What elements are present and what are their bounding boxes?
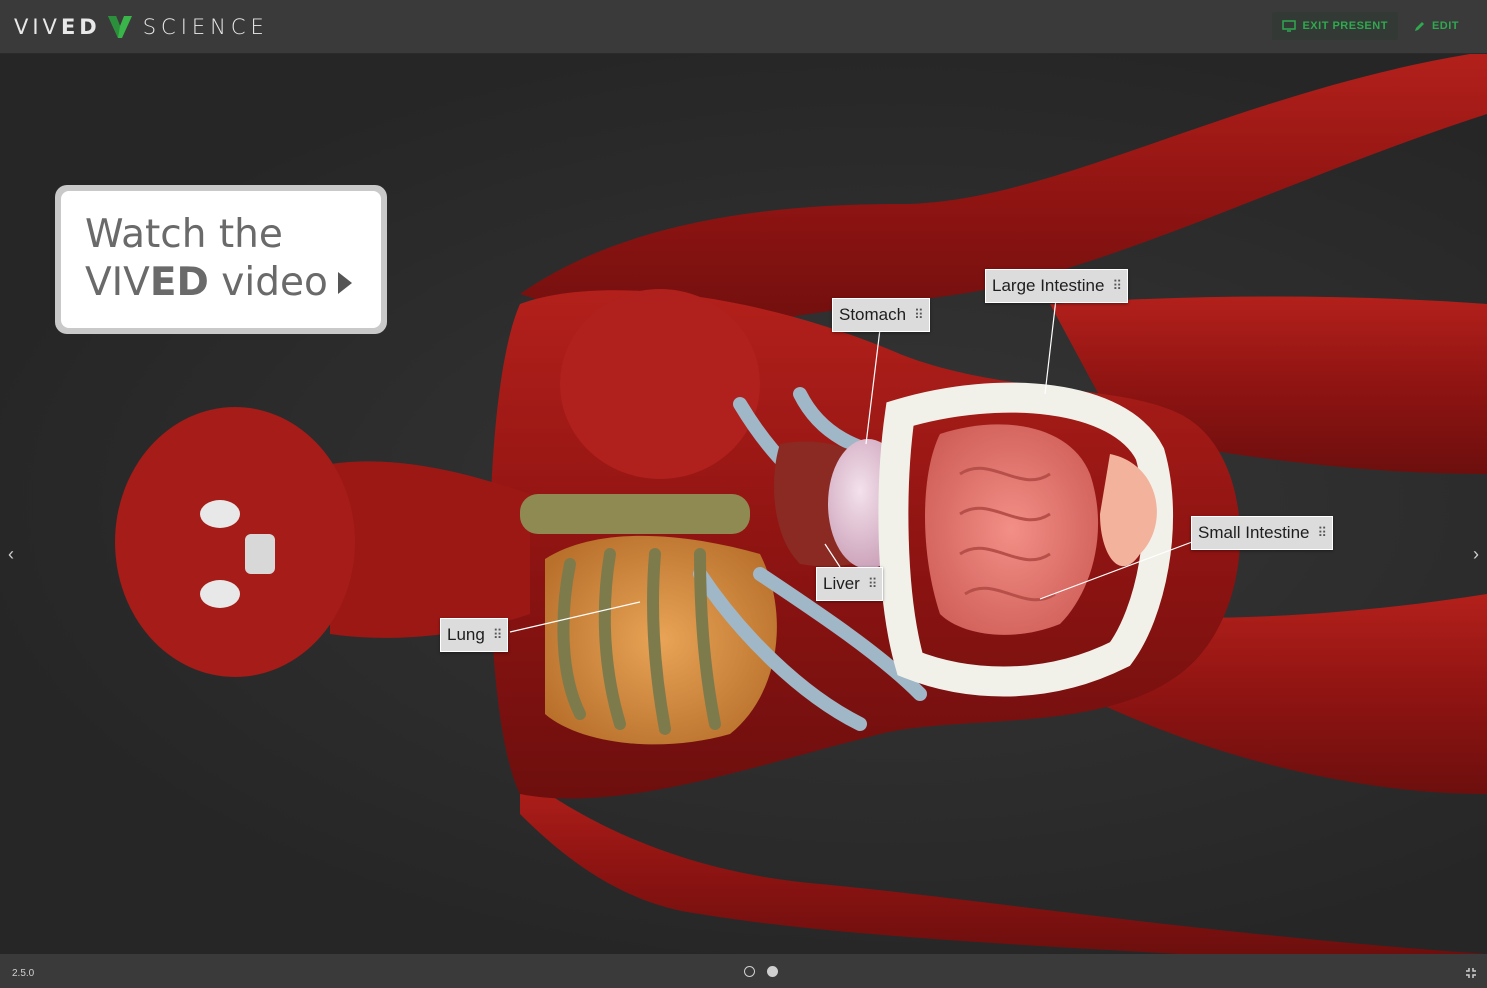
vived-v-logo-icon <box>107 16 132 38</box>
label-lung-text: Lung <box>447 625 485 644</box>
vived-science-logo: VIVED SCIENCE <box>14 15 269 39</box>
slide-dot-1[interactable] <box>744 966 755 977</box>
edit-label: EDIT <box>1431 20 1459 32</box>
label-lung[interactable]: Lung ⠿ <box>440 618 509 652</box>
exit-fullscreen-icon[interactable] <box>1465 966 1477 984</box>
video-card-brand-bold: ED <box>149 260 209 305</box>
anatomy-3d-viewport[interactable]: Watch the VIV ED video ‹ › Large Intestin… <box>0 54 1487 954</box>
version-number: 2.5.0 <box>12 968 35 979</box>
exit-present-button[interactable]: EXIT PRESENT <box>1272 12 1398 40</box>
label-stomach[interactable]: Stomach ⠿ <box>832 298 930 332</box>
label-liver[interactable]: Liver ⠿ <box>816 567 884 601</box>
drag-handle-icon[interactable]: ⠿ <box>868 568 877 600</box>
slide-dot-2[interactable] <box>767 966 778 977</box>
video-card-brand-suffix: video <box>221 260 328 305</box>
watch-vived-video-button[interactable]: Watch the VIV ED video <box>55 185 387 334</box>
video-card-brand-prefix: VIV <box>85 260 150 305</box>
label-large-intestine[interactable]: Large Intestine ⠿ <box>985 269 1128 303</box>
next-view-arrow-icon[interactable]: › <box>1473 544 1479 565</box>
label-liver-text: Liver <box>823 574 860 593</box>
video-card-line2: VIV ED video <box>85 259 357 307</box>
video-card-content: Watch the VIV ED video <box>61 191 381 328</box>
play-triangle-icon <box>337 272 352 294</box>
edit-button[interactable]: EDIT <box>1404 12 1469 40</box>
label-small-intestine[interactable]: Small Intestine ⠿ <box>1191 516 1334 550</box>
drag-handle-icon[interactable]: ⠿ <box>1318 517 1327 549</box>
monitor-icon <box>1282 20 1297 32</box>
previous-view-arrow-icon[interactable]: ‹ <box>8 544 14 565</box>
video-card-line1: Watch the <box>85 212 283 257</box>
top-bar: VIVED SCIENCE EXIT PRESENT EDIT <box>0 0 1487 54</box>
drag-handle-icon[interactable]: ⠿ <box>1112 270 1121 302</box>
label-small-intestine-text: Small Intestine <box>1198 523 1310 542</box>
label-large-intestine-text: Large Intestine <box>992 276 1105 295</box>
exit-present-label: EXIT PRESENT <box>1302 20 1388 32</box>
drag-handle-icon[interactable]: ⠿ <box>493 619 502 651</box>
pencil-icon <box>1414 22 1424 31</box>
slide-pagination <box>744 966 778 977</box>
label-stomach-text: Stomach <box>839 305 907 324</box>
drag-handle-icon[interactable]: ⠿ <box>914 299 923 331</box>
